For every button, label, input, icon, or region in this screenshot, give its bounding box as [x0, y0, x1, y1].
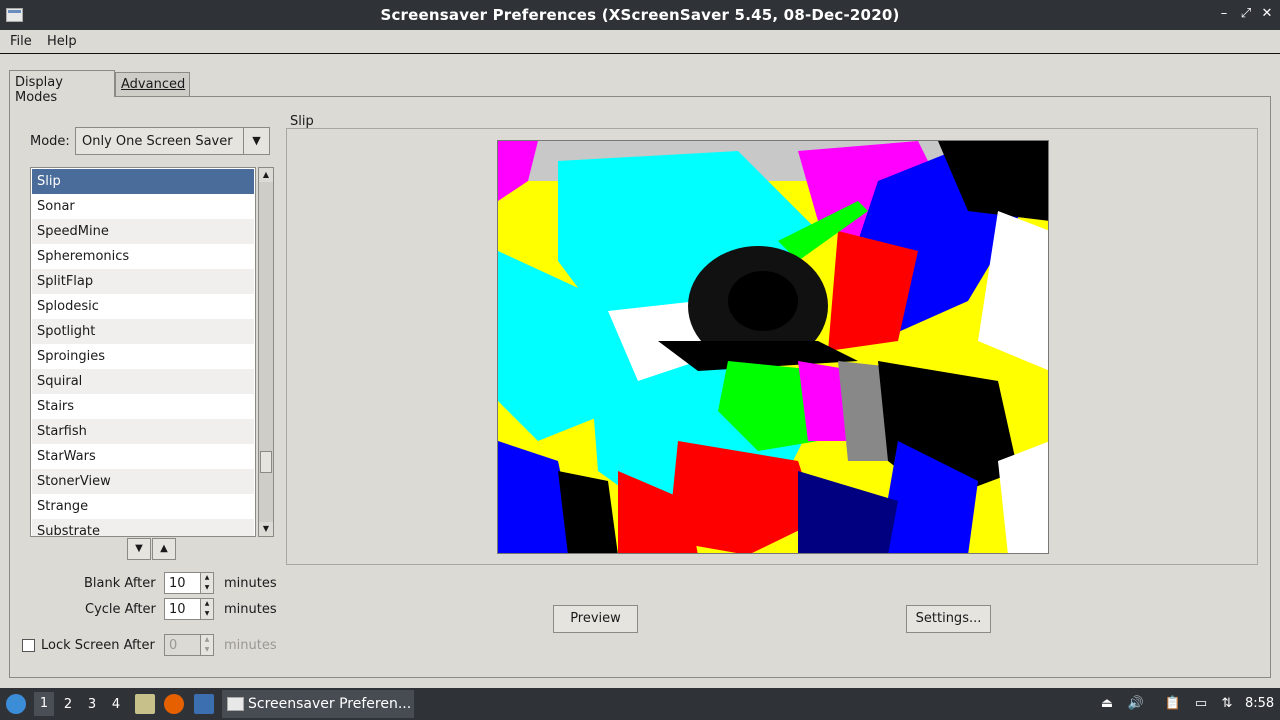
preview-button[interactable]: Preview: [553, 605, 638, 633]
list-item[interactable]: Strange: [32, 494, 254, 519]
spinner-arrows-icon[interactable]: ▲ ▼: [200, 599, 213, 619]
mode-value: Only One Screen Saver: [82, 134, 233, 149]
list-item[interactable]: SplitFlap: [32, 269, 254, 294]
network-icon[interactable]: ⇅: [1218, 695, 1236, 713]
blank-after-unit: minutes: [224, 576, 277, 591]
lock-screen-checkbox[interactable]: [22, 639, 35, 652]
tab-display-modes-label: Display Modes: [15, 75, 63, 105]
menubar: File Help: [0, 30, 1280, 54]
title-bar: Screensaver Preferences (XScreenSaver 5.…: [0, 0, 1280, 30]
minimize-button[interactable]: –: [1215, 5, 1233, 23]
preview-frame-label: Slip: [290, 114, 314, 129]
list-item[interactable]: Slip: [32, 169, 254, 194]
lock-after-value: 0: [169, 638, 178, 653]
scroll-down-arrow-icon[interactable]: ▼: [259, 522, 273, 536]
menu-file[interactable]: File: [10, 34, 32, 49]
previous-mode-button[interactable]: ▲: [152, 538, 176, 560]
settings-button[interactable]: Settings...: [906, 605, 991, 633]
scroll-thumb[interactable]: [260, 451, 272, 473]
menu-help[interactable]: Help: [47, 34, 77, 49]
cycle-after-unit: minutes: [224, 602, 277, 617]
show-desktop-icon[interactable]: [194, 694, 214, 714]
preview-art: [498, 141, 1048, 553]
display-icon[interactable]: ▭: [1192, 695, 1210, 713]
next-mode-button[interactable]: ▼: [127, 538, 151, 560]
list-item[interactable]: StonerView: [32, 469, 254, 494]
window-title: Screensaver Preferences (XScreenSaver 5.…: [380, 6, 900, 24]
tab-advanced-label: Advanced: [121, 77, 186, 92]
lock-after-spinner: 0 ▲ ▼: [164, 634, 214, 656]
tab-display-modes[interactable]: Display Modes: [9, 70, 115, 105]
mode-label: Mode:: [30, 134, 70, 149]
chevron-down-icon: ▼: [243, 128, 269, 154]
clipboard-icon[interactable]: 📋: [1164, 695, 1182, 713]
eject-icon[interactable]: ⏏: [1098, 695, 1116, 713]
file-manager-icon[interactable]: [135, 694, 155, 714]
list-item[interactable]: Starfish: [32, 419, 254, 444]
volume-icon[interactable]: 🔊: [1127, 695, 1145, 713]
blank-after-label: Blank After: [84, 576, 156, 591]
list-scrollbar[interactable]: ▲ ▼: [258, 167, 274, 537]
list-item[interactable]: Stairs: [32, 394, 254, 419]
list-item[interactable]: StarWars: [32, 444, 254, 469]
cycle-after-spinner[interactable]: 10 ▲ ▼: [164, 598, 214, 620]
workspace-1[interactable]: 1: [34, 692, 54, 716]
workspace-4[interactable]: 4: [106, 697, 126, 712]
scroll-up-arrow-icon[interactable]: ▲: [259, 168, 273, 182]
task-label: Screensaver Preferen...: [248, 696, 412, 712]
list-item[interactable]: Sproingies: [32, 344, 254, 369]
clock: 8:58: [1245, 696, 1275, 711]
close-button[interactable]: ✕: [1258, 5, 1276, 23]
spinner-arrows-icon: ▲ ▼: [200, 635, 213, 655]
taskbar: 1 2 3 4 Screensaver Preferen... ⏏ 🔊 📋 ▭ …: [0, 688, 1280, 720]
cycle-after-value: 10: [169, 602, 186, 617]
lock-after-unit: minutes: [224, 638, 277, 653]
screensaver-preview-image: [497, 140, 1049, 554]
workspace-3[interactable]: 3: [82, 697, 102, 712]
workspace-2[interactable]: 2: [58, 697, 78, 712]
lock-screen-label[interactable]: Lock Screen After: [41, 638, 155, 653]
tab-advanced[interactable]: Advanced: [115, 72, 190, 96]
list-item[interactable]: SpeedMine: [32, 219, 254, 244]
blank-after-spinner[interactable]: 10 ▲ ▼: [164, 572, 214, 594]
list-item[interactable]: Splodesic: [32, 294, 254, 319]
list-item[interactable]: Sonar: [32, 194, 254, 219]
list-item[interactable]: Spheremonics: [32, 244, 254, 269]
firefox-icon[interactable]: [164, 694, 184, 714]
maximize-button[interactable]: ⤢: [1237, 5, 1255, 23]
cycle-after-label: Cycle After: [85, 602, 156, 617]
list-item[interactable]: Spotlight: [32, 319, 254, 344]
app-icon: [227, 697, 244, 711]
mode-dropdown[interactable]: Only One Screen Saver ▼: [75, 127, 270, 155]
blank-after-value: 10: [169, 576, 186, 591]
list-item[interactable]: Substrate: [32, 519, 254, 536]
spinner-arrows-icon[interactable]: ▲ ▼: [200, 573, 213, 593]
taskbar-window-button[interactable]: Screensaver Preferen...: [222, 690, 414, 718]
screensaver-list[interactable]: Slip Sonar SpeedMine Spheremonics SplitFlap S…: [30, 167, 256, 537]
list-item[interactable]: Squiral: [32, 369, 254, 394]
start-menu-icon[interactable]: [6, 694, 26, 714]
